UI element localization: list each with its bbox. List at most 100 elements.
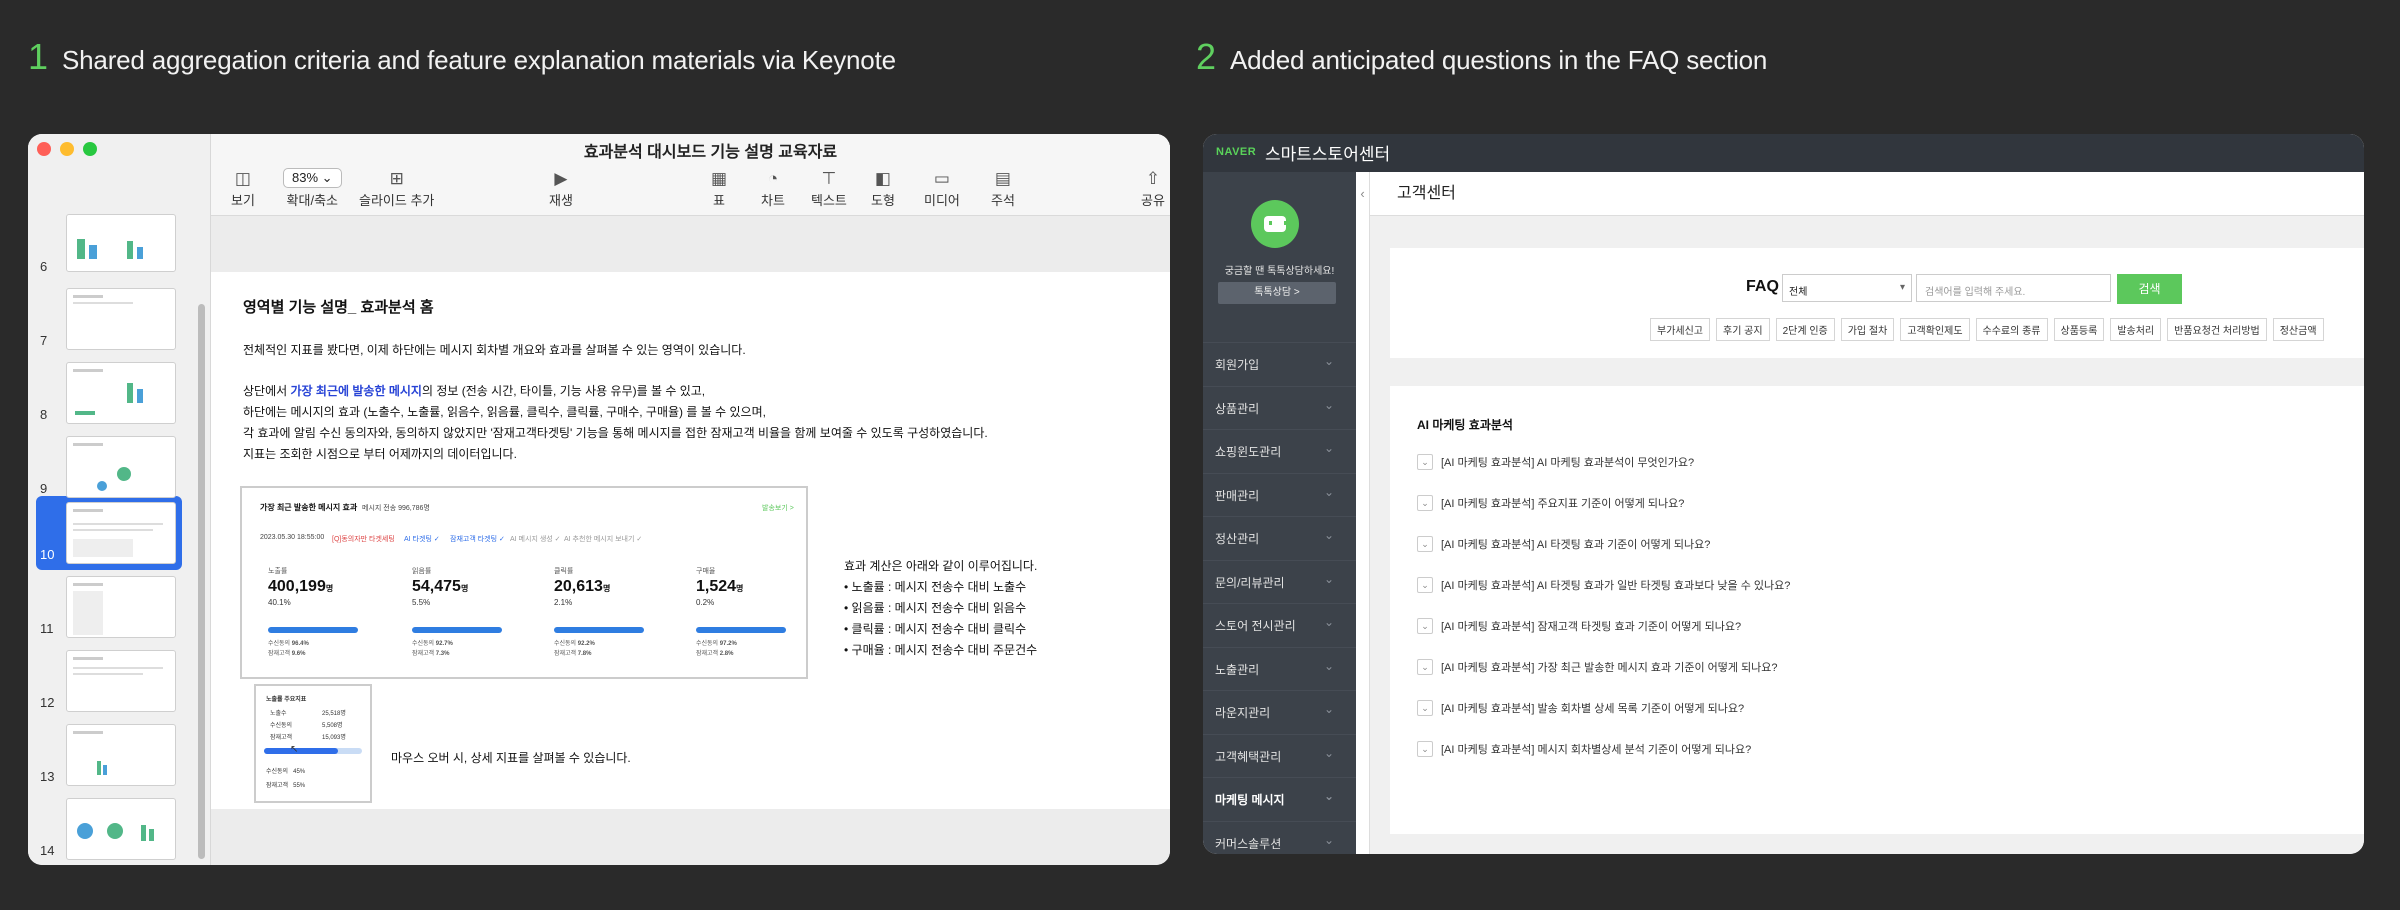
sidebar-item[interactable]: 정산관리 [1203, 516, 1356, 560]
sidebar-item[interactable]: 노출관리 [1203, 646, 1356, 691]
metric-value: 54,475 [412, 578, 461, 595]
sidebar-item[interactable]: 라운지관리 [1203, 690, 1356, 734]
slide-canvas[interactable]: 영역별 기능 설명_ 효과분석 홈 전체적인 지표를 봤다면, 이제 하단에는 … [211, 272, 1170, 809]
chart-icon: ◔ [767, 169, 779, 188]
collapse-sidebar-button[interactable]: ‹ [1356, 172, 1370, 854]
sidebar-item[interactable]: 쇼핑윈도관리 [1203, 429, 1356, 473]
faq-question[interactable]: ⌄ [AI 마케팅 효과분석] 주요지표 기준이 어떻게 되나요? [1417, 495, 1684, 511]
keynote-main: 효과분석 대시보드 기능 설명 교육자료 ◫ 보기 83% ⌄ 확대/축소 ⊞ 슬라이… [211, 134, 1170, 865]
faq-question[interactable]: ⌄ [AI 마케팅 효과분석] AI 마케팅 효과분석이 무엇인가요? [1417, 454, 1694, 470]
sidebar-icon: ◫ [234, 169, 251, 188]
sidebar-item-active[interactable]: 마케팅 메시지 [1203, 777, 1356, 821]
comment-button[interactable]: ▤ 주석 [991, 168, 1015, 209]
slide-thumbnail[interactable]: 7 [28, 288, 211, 352]
slide-thumbnail[interactable]: 6 [28, 214, 211, 278]
view-button[interactable]: ◫ 보기 [231, 168, 255, 209]
talk-button[interactable]: 톡톡상담 > [1218, 282, 1336, 304]
faq-list-panel: AI 마케팅 효과분석 ⌄ [AI 마케팅 효과분석] AI 마케팅 효과분석이 … [1390, 386, 2364, 834]
sub-value: 92.2% [577, 641, 595, 647]
sidebar-item[interactable]: 문의/리뷰관리 [1203, 559, 1356, 604]
shot-link: 발송보기 > [762, 505, 794, 512]
keyword-chip[interactable]: 수수료의 종류 [1975, 318, 2048, 341]
navigator-scrollbar[interactable] [198, 304, 205, 859]
faq-question-text: [AI 마케팅 효과분석] 메시지 회차별상세 분석 기준이 어떻게 되나요? [1441, 744, 1752, 756]
play-label: 재생 [549, 193, 573, 208]
media-icon: ▭ [933, 169, 950, 188]
text-button[interactable]: ⊤ 텍스트 [811, 168, 847, 209]
keyword-chip[interactable]: 부가세신고 [1650, 318, 1710, 341]
sidebar-item[interactable]: 상품관리 [1203, 385, 1356, 430]
mini-value: 25,518명 [322, 711, 346, 717]
close-window-button[interactable] [37, 142, 51, 156]
slide-thumbnail[interactable]: 13 [28, 724, 211, 788]
slide-number: 13 [40, 769, 55, 784]
keyword-chip[interactable]: 고객확인제도 [1900, 318, 1970, 341]
add-slide-button[interactable]: ⊞ 슬라이드 추가 [359, 168, 434, 209]
table-button[interactable]: ▦ 표 [711, 168, 727, 209]
sidebar-menu: 회원가입 상품관리 쇼핑윈도관리 판매관리 정산관리 문의/리뷰관리 스토어 전… [1203, 342, 1356, 854]
media-button[interactable]: ▭ 미디어 [924, 168, 960, 209]
faq-category-select[interactable]: 전체 [1782, 274, 1912, 302]
faq-question[interactable]: ⌄ [AI 마케팅 효과분석] 메시지 회차별상세 분석 기준이 어떻게 되나요? [1417, 741, 1751, 757]
faq-question-text: [AI 마케팅 효과분석] AI 마케팅 효과분석이 무엇인가요? [1441, 457, 1695, 469]
sub-label: 수신동의 [268, 641, 291, 647]
slide-thumbnail[interactable]: 12 [28, 650, 211, 714]
keyword-chip[interactable]: 2단계 인증 [1775, 318, 1835, 341]
sidebar-item[interactable]: 고객혜택관리 [1203, 733, 1356, 778]
minimize-window-button[interactable] [60, 142, 74, 156]
sidebar-item[interactable]: 스토어 전시관리 [1203, 603, 1356, 647]
metric-bar [268, 627, 358, 633]
explain-item: 클릭률 : 메시지 전송수 대비 클릭수 [844, 619, 1037, 640]
slide-thumbnail[interactable]: 11 [28, 576, 211, 640]
keyword-chip[interactable]: 정산금액 [2272, 318, 2324, 341]
section-title: Added anticipated questions in the FAQ s… [1230, 45, 1768, 75]
service-name[interactable]: 스마트스토어센터 [1265, 140, 1390, 165]
naver-logo[interactable]: NAVER [1216, 146, 1256, 158]
faq-question[interactable]: ⌄ [AI 마케팅 효과분석] AI 타겟팅 효과 기준이 어떻게 되나요? [1417, 536, 1710, 552]
chevron-left-icon: ‹ [1360, 186, 1365, 201]
share-button[interactable]: ⇧ 공유 [1141, 168, 1165, 209]
metric-unit: 명 [325, 584, 334, 593]
mini-label: 수신동의 [270, 723, 293, 729]
slide-thumbnail[interactable]: 9 [28, 436, 211, 500]
zoom-select[interactable]: 83% ⌄ [283, 168, 342, 188]
faq-question[interactable]: ⌄ [AI 마케팅 효과분석] 가장 최근 발송한 메시지 효과 기준이 어떻게 … [1417, 659, 1778, 675]
sidebar-item[interactable]: 커머스솔루션 [1203, 820, 1356, 855]
keyword-chip[interactable]: 후기 공지 [1716, 318, 1770, 341]
chevron-down-icon: ⌄ [1417, 618, 1433, 634]
sidebar-item[interactable]: 회원가입 [1203, 342, 1356, 386]
keynote-window: 6 7 8 9 10 11 12 13 14 효과분석 대시보드 기능 설명 교… [28, 134, 1170, 865]
chart-button[interactable]: ◔ 차트 [761, 168, 785, 209]
faq-question[interactable]: ⌄ [AI 마케팅 효과분석] AI 타겟팅 효과가 일반 타겟팅 효과보다 낮을… [1417, 577, 1790, 593]
slide-thumbnail[interactable]: 14 [28, 798, 211, 862]
zoom-button[interactable]: 83% ⌄ 확대/축소 [283, 168, 342, 209]
faq-question[interactable]: ⌄ [AI 마케팅 효과분석] 발송 회차별 상세 목록 기준이 어떻게 되나요? [1417, 700, 1744, 716]
section-number: 2 [1196, 36, 1217, 77]
section-header-2: 2 Added anticipated questions in the FAQ… [1196, 36, 1767, 78]
slide-paragraph: 지표는 조회한 시점으로 부터 어제까지의 데이터입니다. [243, 447, 517, 461]
sub-value: 9.6% [291, 651, 306, 657]
play-button[interactable]: ▶ 재생 [549, 168, 573, 209]
zoom-window-button[interactable] [83, 142, 97, 156]
faq-section-heading: AI 마케팅 효과분석 [1417, 418, 1513, 432]
keyword-chip[interactable]: 가입 절차 [1840, 318, 1895, 341]
shape-icon: ◧ [874, 169, 891, 188]
text-label: 텍스트 [811, 193, 847, 208]
keyword-chip[interactable]: 상품등록 [2053, 318, 2105, 341]
table-icon: ▦ [711, 169, 728, 188]
metric-percent: 40.1% [268, 598, 291, 607]
metric-unit: 명 [460, 584, 469, 593]
slide-thumbnail-selected[interactable]: 10 [28, 502, 211, 566]
sidebar-item[interactable]: 판매관리 [1203, 472, 1356, 517]
sub-label: 수신동의 [412, 641, 435, 647]
faq-question[interactable]: ⌄ [AI 마케팅 효과분석] 잠재고객 타겟팅 효과 기준이 어떻게 되나요? [1417, 618, 1741, 634]
faq-search-button[interactable]: 검색 [2117, 274, 2182, 304]
slide-thumbnail[interactable]: 8 [28, 362, 211, 426]
shape-button[interactable]: ◧ 도형 [871, 168, 895, 209]
mini-bar-track [264, 748, 362, 754]
sub-label: 잠재고객 [412, 651, 435, 657]
hover-tooltip-screenshot: 노출률 주요지표 노출수 25,518명 수신동의 5,508명 잠재고객 15… [254, 684, 372, 803]
keyword-chip[interactable]: 발송처리 [2110, 318, 2162, 341]
faq-search-input[interactable]: 검색어를 입력해 주세요. [1916, 274, 2111, 302]
keyword-chip[interactable]: 반품요청건 처리방법 [2167, 318, 2267, 341]
